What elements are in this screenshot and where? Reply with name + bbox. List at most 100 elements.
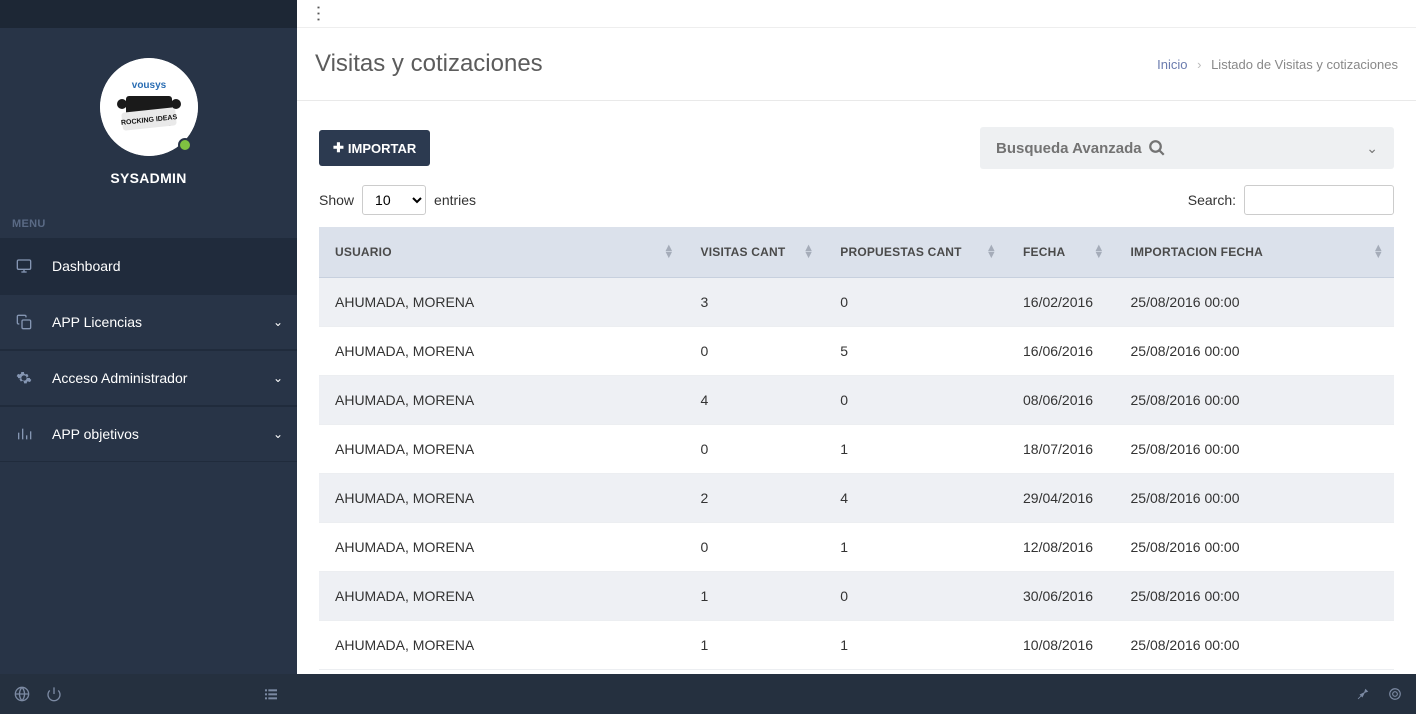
sort-icon: ▲▼ [1093, 245, 1104, 259]
cell-propuestas: 5 [824, 327, 1007, 376]
cell-fecha: 30/06/2016 [1007, 572, 1115, 621]
power-icon[interactable] [40, 680, 68, 708]
cell-propuestas: 1 [824, 621, 1007, 670]
data-table: USUARIO▲▼VISITAS CANT▲▼PROPUESTAS CANT▲▼… [319, 227, 1394, 670]
cell-fecha: 10/08/2016 [1007, 621, 1115, 670]
show-label: Show [319, 192, 354, 208]
cell-fecha: 29/04/2016 [1007, 474, 1115, 523]
cell-visitas: 4 [685, 376, 825, 425]
breadcrumb-home[interactable]: Inicio [1157, 57, 1187, 72]
content: ✚ IMPORTAR Busqueda Avanzada ⌄ Show 10 e… [297, 101, 1416, 714]
search-icon [1148, 139, 1166, 157]
footer-bar [297, 674, 1416, 714]
profile-block: vousys ROCKING IDEAS SYSADMIN [0, 28, 297, 206]
sidebar-item-label: Acceso Administrador [52, 370, 187, 386]
col-usuario[interactable]: USUARIO▲▼ [319, 227, 685, 278]
cell-visitas: 2 [685, 474, 825, 523]
import-button[interactable]: ✚ IMPORTAR [319, 130, 430, 166]
table-row[interactable]: AHUMADA, MORENA1030/06/201625/08/2016 00… [319, 572, 1394, 621]
search-label: Search: [1188, 192, 1236, 208]
sort-icon: ▲▼ [803, 245, 814, 259]
sidebar-top-strip [0, 0, 297, 28]
sidebar-item-app-objetivos[interactable]: APP objetivos ⌄ [0, 406, 297, 462]
advanced-search-toggle[interactable]: Busqueda Avanzada ⌄ [980, 127, 1394, 169]
cell-usuario: AHUMADA, MORENA [319, 572, 685, 621]
table-header-row: USUARIO▲▼VISITAS CANT▲▼PROPUESTAS CANT▲▼… [319, 227, 1394, 278]
table-row[interactable]: AHUMADA, MORENA3016/02/201625/08/2016 00… [319, 278, 1394, 327]
topbar: ⋯ [297, 0, 1416, 28]
sidebar-item-acceso-administrador[interactable]: Acceso Administrador ⌄ [0, 350, 297, 406]
cell-usuario: AHUMADA, MORENA [319, 621, 685, 670]
table-row[interactable]: AHUMADA, MORENA4008/06/201625/08/2016 00… [319, 376, 1394, 425]
status-online-dot [178, 138, 192, 152]
svg-text:vousys: vousys [131, 80, 166, 91]
cell-usuario: AHUMADA, MORENA [319, 327, 685, 376]
cell-imp: 25/08/2016 00:00 [1115, 278, 1395, 327]
sidebar-footer [0, 674, 297, 714]
copy-icon [14, 314, 34, 330]
avatar-wrap: vousys ROCKING IDEAS [100, 58, 198, 156]
chevron-down-icon: ⌄ [273, 427, 283, 441]
cell-imp: 25/08/2016 00:00 [1115, 474, 1395, 523]
cell-imp: 25/08/2016 00:00 [1115, 376, 1395, 425]
cell-imp: 25/08/2016 00:00 [1115, 327, 1395, 376]
sidebar-item-label: Dashboard [52, 258, 121, 274]
cell-usuario: AHUMADA, MORENA [319, 376, 685, 425]
monitor-icon [14, 258, 34, 274]
kebab-menu-icon[interactable]: ⋯ [308, 5, 329, 23]
sort-icon: ▲▼ [1373, 245, 1384, 259]
cell-fecha: 08/06/2016 [1007, 376, 1115, 425]
chevron-down-icon: ⌄ [273, 371, 283, 385]
pin-icon[interactable] [1356, 687, 1370, 701]
cell-propuestas: 0 [824, 572, 1007, 621]
cell-visitas: 1 [685, 621, 825, 670]
table-row[interactable]: AHUMADA, MORENA1110/08/201625/08/2016 00… [319, 621, 1394, 670]
cell-propuestas: 1 [824, 425, 1007, 474]
sidebar-item-label: APP objetivos [52, 426, 139, 442]
page-length-select[interactable]: 10 [362, 185, 426, 215]
globe-icon[interactable] [8, 680, 36, 708]
page-header: Visitas y cotizaciones Inicio › Listado … [297, 28, 1416, 101]
import-label: IMPORTAR [348, 141, 416, 156]
cell-imp: 25/08/2016 00:00 [1115, 572, 1395, 621]
cell-visitas: 3 [685, 278, 825, 327]
cell-visitas: 1 [685, 572, 825, 621]
sidebar-item-label: APP Licencias [52, 314, 142, 330]
sidebar-item-app-licencias[interactable]: APP Licencias ⌄ [0, 294, 297, 350]
sort-icon: ▲▼ [663, 245, 674, 259]
col-importacion-fecha[interactable]: IMPORTACION FECHA▲▼ [1115, 227, 1395, 278]
breadcrumb: Inicio › Listado de Visitas y cotizacion… [1157, 57, 1398, 72]
cell-usuario: AHUMADA, MORENA [319, 474, 685, 523]
cell-fecha: 18/07/2016 [1007, 425, 1115, 474]
col-propuestas-cant[interactable]: PROPUESTAS CANT▲▼ [824, 227, 1007, 278]
sidebar: vousys ROCKING IDEAS SYSADMIN MENU Dashb… [0, 0, 297, 714]
table-row[interactable]: AHUMADA, MORENA2429/04/201625/08/2016 00… [319, 474, 1394, 523]
nav-list: DashboardAPP Licencias⌄Acceso Administra… [0, 238, 297, 462]
table-row[interactable]: AHUMADA, MORENA0118/07/201625/08/2016 00… [319, 425, 1394, 474]
cell-imp: 25/08/2016 00:00 [1115, 621, 1395, 670]
col-visitas-cant[interactable]: VISITAS CANT▲▼ [685, 227, 825, 278]
table-row[interactable]: AHUMADA, MORENA0112/08/201625/08/2016 00… [319, 523, 1394, 572]
cell-visitas: 0 [685, 425, 825, 474]
breadcrumb-sep: › [1197, 57, 1201, 72]
target-icon[interactable] [1388, 687, 1402, 701]
cell-visitas: 0 [685, 327, 825, 376]
search-input[interactable] [1244, 185, 1394, 215]
cell-propuestas: 0 [824, 278, 1007, 327]
list-toggle-icon[interactable] [257, 680, 285, 708]
table-row[interactable]: AHUMADA, MORENA0516/06/201625/08/2016 00… [319, 327, 1394, 376]
sidebar-item-dashboard[interactable]: Dashboard [0, 238, 297, 294]
table-controls: Show 10 entries Search: [297, 177, 1416, 227]
cell-propuestas: 4 [824, 474, 1007, 523]
col-fecha[interactable]: FECHA▲▼ [1007, 227, 1115, 278]
table-body: AHUMADA, MORENA3016/02/201625/08/2016 00… [319, 278, 1394, 670]
page-title: Visitas y cotizaciones [315, 50, 543, 78]
toolbar: ✚ IMPORTAR Busqueda Avanzada ⌄ [297, 101, 1416, 177]
username: SYSADMIN [110, 170, 186, 186]
chevron-down-icon: ⌄ [273, 315, 283, 329]
cell-propuestas: 1 [824, 523, 1007, 572]
cell-usuario: AHUMADA, MORENA [319, 425, 685, 474]
cell-usuario: AHUMADA, MORENA [319, 278, 685, 327]
cell-usuario: AHUMADA, MORENA [319, 523, 685, 572]
gear-icon [14, 370, 34, 386]
